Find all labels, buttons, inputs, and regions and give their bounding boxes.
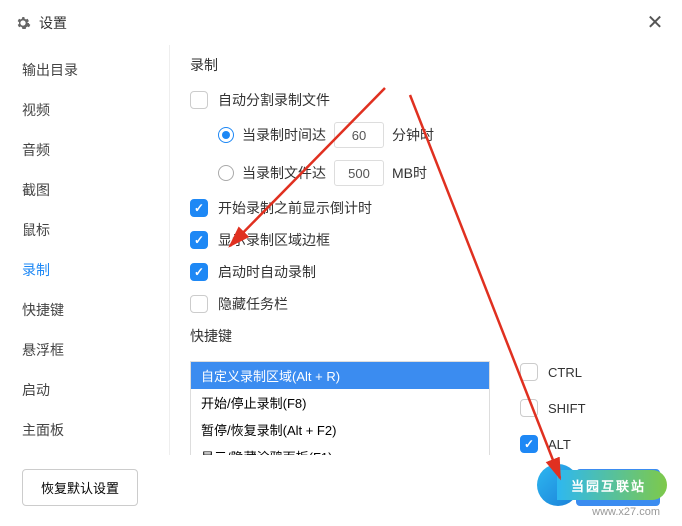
sidebar-item-record[interactable]: 录制 bbox=[0, 250, 169, 290]
reset-button[interactable]: 恢复默认设置 bbox=[22, 469, 138, 506]
sidebar-item-screenshot[interactable]: 截图 bbox=[0, 170, 169, 210]
checkbox-alt[interactable] bbox=[520, 435, 538, 453]
label-by-size-prefix: 当录制文件达 bbox=[242, 163, 326, 183]
sidebar-item-startup[interactable]: 启动 bbox=[0, 370, 169, 410]
sidebar-item-float[interactable]: 悬浮框 bbox=[0, 330, 169, 370]
window-header: 设置 ✕ bbox=[0, 0, 682, 45]
row-hide-taskbar: 隐藏任务栏 bbox=[190, 294, 682, 314]
label-hide-taskbar: 隐藏任务栏 bbox=[218, 294, 288, 314]
gear-icon bbox=[15, 15, 31, 31]
hotkey-list[interactable]: 自定义录制区域(Alt + R) 开始/停止录制(F8) 暂停/恢复录制(Alt… bbox=[190, 361, 490, 455]
watermark-text: 当园互联站 bbox=[557, 470, 667, 500]
row-auto-record: 启动时自动录制 bbox=[190, 262, 682, 282]
checkbox-shift[interactable] bbox=[520, 399, 538, 417]
sidebar-item-mouse[interactable]: 鼠标 bbox=[0, 210, 169, 250]
sidebar-item-mainpanel[interactable]: 主面板 bbox=[0, 410, 169, 450]
checkbox-show-border[interactable] bbox=[190, 231, 208, 249]
row-countdown: 开始录制之前显示倒计时 bbox=[190, 198, 682, 218]
label-auto-split: 自动分割录制文件 bbox=[218, 90, 330, 110]
sidebar-item-output[interactable]: 输出目录 bbox=[0, 50, 169, 90]
row-auto-split: 自动分割录制文件 bbox=[190, 90, 682, 110]
close-button[interactable]: ✕ bbox=[643, 11, 667, 35]
checkbox-auto-record[interactable] bbox=[190, 263, 208, 281]
window-title: 设置 bbox=[39, 13, 67, 33]
content-panel: 录制 自动分割录制文件 当录制时间达 分钟时 当录制文件达 MB时 开始录制之前… bbox=[170, 45, 682, 455]
label-by-time-suffix: 分钟时 bbox=[392, 125, 434, 145]
label-show-border: 显示录制区域边框 bbox=[218, 230, 330, 250]
watermark: 当园互联站 bbox=[537, 464, 667, 506]
hotkey-area: 自定义录制区域(Alt + R) 开始/停止录制(F8) 暂停/恢复录制(Alt… bbox=[190, 361, 682, 455]
radio-by-size[interactable] bbox=[218, 165, 234, 181]
hotkey-item-pause-resume[interactable]: 暂停/恢复录制(Alt + F2) bbox=[191, 416, 489, 443]
checkbox-hide-taskbar[interactable] bbox=[190, 295, 208, 313]
label-by-time-prefix: 当录制时间达 bbox=[242, 125, 326, 145]
label-by-size-suffix: MB时 bbox=[392, 163, 427, 183]
radio-by-time[interactable] bbox=[218, 127, 234, 143]
section-title-hotkey: 快捷键 bbox=[190, 326, 682, 346]
label-ctrl: CTRL bbox=[548, 365, 582, 380]
row-by-size: 当录制文件达 MB时 bbox=[190, 160, 682, 186]
label-shift: SHIFT bbox=[548, 401, 586, 416]
input-size-value[interactable] bbox=[334, 160, 384, 186]
modifier-column: CTRL SHIFT ALT bbox=[520, 361, 586, 453]
row-by-time: 当录制时间达 分钟时 bbox=[190, 122, 682, 148]
watermark-url: www.x27.com bbox=[592, 506, 660, 518]
row-show-border: 显示录制区域边框 bbox=[190, 230, 682, 250]
label-alt: ALT bbox=[548, 437, 571, 452]
checkbox-ctrl[interactable] bbox=[520, 363, 538, 381]
label-countdown: 开始录制之前显示倒计时 bbox=[218, 198, 372, 218]
sidebar: 输出目录 视频 音频 截图 鼠标 录制 快捷键 悬浮框 启动 主面板 bbox=[0, 45, 170, 455]
checkbox-countdown[interactable] bbox=[190, 199, 208, 217]
input-time-value[interactable] bbox=[334, 122, 384, 148]
sidebar-item-audio[interactable]: 音频 bbox=[0, 130, 169, 170]
label-auto-record: 启动时自动录制 bbox=[218, 262, 316, 282]
sidebar-item-video[interactable]: 视频 bbox=[0, 90, 169, 130]
checkbox-auto-split[interactable] bbox=[190, 91, 208, 109]
sidebar-item-hotkey[interactable]: 快捷键 bbox=[0, 290, 169, 330]
modifier-ctrl-row: CTRL bbox=[520, 363, 586, 381]
main-area: 输出目录 视频 音频 截图 鼠标 录制 快捷键 悬浮框 启动 主面板 录制 自动… bbox=[0, 45, 682, 455]
modifier-shift-row: SHIFT bbox=[520, 399, 586, 417]
hotkey-item-doodle-panel[interactable]: 显示/隐藏涂鸦面板(F1) bbox=[191, 443, 489, 455]
hotkey-item-start-stop[interactable]: 开始/停止录制(F8) bbox=[191, 389, 489, 416]
header-left: 设置 bbox=[15, 13, 67, 33]
modifier-alt-row: ALT bbox=[520, 435, 586, 453]
hotkey-item-custom-region[interactable]: 自定义录制区域(Alt + R) bbox=[191, 362, 489, 389]
section-title-record: 录制 bbox=[190, 55, 682, 75]
